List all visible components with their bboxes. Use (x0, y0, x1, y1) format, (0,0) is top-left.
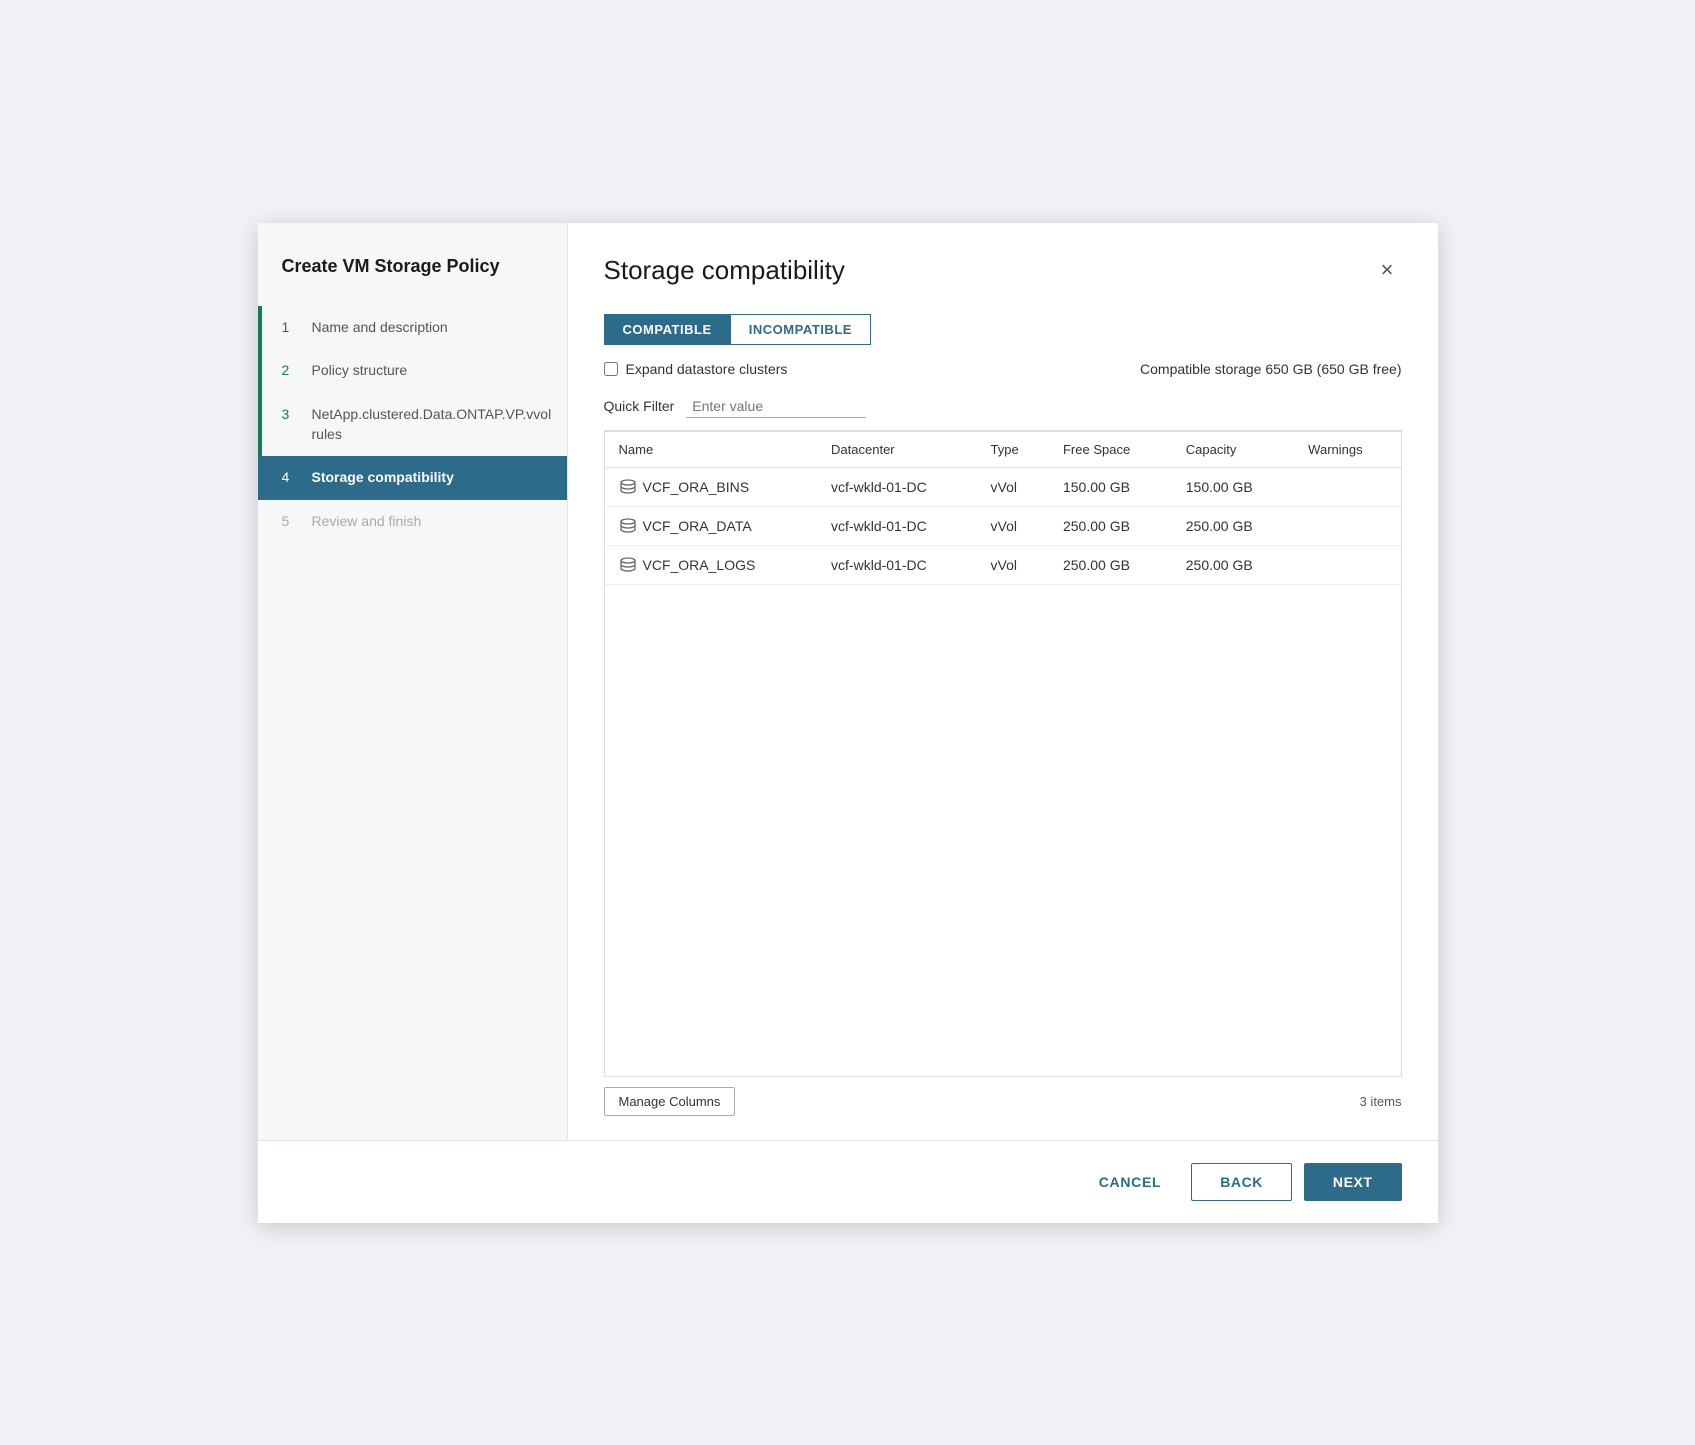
filter-row: Expand datastore clusters Compatible sto… (604, 361, 1402, 377)
sidebar-item-storage-compatibility[interactable]: 4 Storage compatibility (258, 456, 567, 500)
sidebar: Create VM Storage Policy 1 Name and desc… (258, 223, 568, 1140)
cancel-button[interactable]: CANCEL (1081, 1164, 1180, 1200)
sidebar-item-review-finish[interactable]: 5 Review and finish (258, 500, 567, 544)
step-3-label: NetApp.clustered.Data.ONTAP.VP.vvol rule… (312, 405, 552, 444)
manage-columns-button[interactable]: Manage Columns (604, 1087, 736, 1116)
col-header-warnings: Warnings (1294, 431, 1400, 467)
table-row[interactable]: VCF_ORA_DATA vcf-wkld-01-DC vVol 250.00 … (605, 506, 1401, 545)
step-2-number: 2 (282, 361, 302, 381)
cell-warnings-0 (1294, 467, 1400, 506)
next-button[interactable]: NEXT (1304, 1163, 1402, 1201)
expand-datastore-text: Expand datastore clusters (626, 361, 788, 377)
cell-type-0: vVol (977, 467, 1049, 506)
cell-name-text-1: VCF_ORA_DATA (643, 518, 752, 534)
cell-free-space-1: 250.00 GB (1049, 506, 1172, 545)
step-3-number: 3 (282, 405, 302, 425)
col-header-free-space: Free Space (1049, 431, 1172, 467)
tab-row: COMPATIBLE INCOMPATIBLE (604, 314, 1402, 345)
main-header: Storage compatibility × (604, 255, 1402, 286)
dialog-body: Create VM Storage Policy 1 Name and desc… (258, 223, 1438, 1140)
cell-capacity-2: 250.00 GB (1172, 545, 1294, 584)
cell-capacity-1: 250.00 GB (1172, 506, 1294, 545)
table-footer: Manage Columns 3 items (604, 1087, 1402, 1116)
close-button[interactable]: × (1373, 255, 1402, 285)
sidebar-item-policy-structure[interactable]: 2 Policy structure (258, 349, 567, 393)
step-5-label: Review and finish (312, 512, 422, 532)
cell-datacenter-2: vcf-wkld-01-DC (817, 545, 976, 584)
storage-table-container: Name Datacenter Type Free Space Capacity… (604, 430, 1402, 1077)
step-4-number: 4 (282, 468, 302, 488)
items-count: 3 items (1360, 1094, 1402, 1109)
compat-storage-info: Compatible storage 650 GB (650 GB free) (1140, 361, 1401, 377)
table-row[interactable]: VCF_ORA_BINS vcf-wkld-01-DC vVol 150.00 … (605, 467, 1401, 506)
tab-compatible[interactable]: COMPATIBLE (604, 314, 731, 345)
step-5-number: 5 (282, 512, 302, 532)
page-title: Storage compatibility (604, 255, 845, 286)
step-4-label: Storage compatibility (312, 468, 454, 488)
db-icon-0 (619, 478, 637, 496)
cell-free-space-2: 250.00 GB (1049, 545, 1172, 584)
cell-name-text-2: VCF_ORA_LOGS (643, 557, 756, 573)
step-2-label: Policy structure (312, 361, 408, 381)
sidebar-item-netapp-rules[interactable]: 3 NetApp.clustered.Data.ONTAP.VP.vvol ru… (258, 393, 567, 456)
cell-type-1: vVol (977, 506, 1049, 545)
db-icon-1 (619, 517, 637, 535)
col-header-capacity: Capacity (1172, 431, 1294, 467)
col-header-type: Type (977, 431, 1049, 467)
cell-free-space-0: 150.00 GB (1049, 467, 1172, 506)
quick-filter-input[interactable] (686, 395, 866, 418)
col-header-name: Name (605, 431, 818, 467)
step-1-number: 1 (282, 318, 302, 338)
sidebar-active-bar-2 (258, 349, 262, 393)
expand-datastore-label[interactable]: Expand datastore clusters (604, 361, 788, 377)
quick-filter-label: Quick Filter (604, 398, 675, 414)
db-icon-2 (619, 556, 637, 574)
create-vm-storage-policy-dialog: Create VM Storage Policy 1 Name and desc… (258, 223, 1438, 1223)
sidebar-active-bar (258, 306, 262, 350)
table-row[interactable]: VCF_ORA_LOGS vcf-wkld-01-DC vVol 250.00 … (605, 545, 1401, 584)
cell-warnings-2 (1294, 545, 1400, 584)
tab-incompatible[interactable]: INCOMPATIBLE (731, 314, 871, 345)
main-content: Storage compatibility × COMPATIBLE INCOM… (568, 223, 1438, 1140)
cell-capacity-0: 150.00 GB (1172, 467, 1294, 506)
sidebar-item-name-description[interactable]: 1 Name and description (258, 306, 567, 350)
expand-datastore-checkbox[interactable] (604, 362, 618, 376)
dialog-footer: CANCEL BACK NEXT (258, 1140, 1438, 1223)
cell-name-0: VCF_ORA_BINS (605, 467, 818, 506)
col-header-datacenter: Datacenter (817, 431, 976, 467)
back-button[interactable]: BACK (1191, 1163, 1292, 1201)
cell-type-2: vVol (977, 545, 1049, 584)
cell-warnings-1 (1294, 506, 1400, 545)
storage-table: Name Datacenter Type Free Space Capacity… (605, 431, 1401, 585)
quick-filter-row: Quick Filter (604, 395, 1402, 418)
cell-name-text-0: VCF_ORA_BINS (643, 479, 750, 495)
cell-name-2: VCF_ORA_LOGS (605, 545, 818, 584)
cell-name-1: VCF_ORA_DATA (605, 506, 818, 545)
cell-datacenter-1: vcf-wkld-01-DC (817, 506, 976, 545)
sidebar-active-bar-3 (258, 393, 262, 456)
sidebar-title: Create VM Storage Policy (258, 255, 567, 306)
cell-datacenter-0: vcf-wkld-01-DC (817, 467, 976, 506)
table-header-row: Name Datacenter Type Free Space Capacity… (605, 431, 1401, 467)
step-1-label: Name and description (312, 318, 448, 338)
